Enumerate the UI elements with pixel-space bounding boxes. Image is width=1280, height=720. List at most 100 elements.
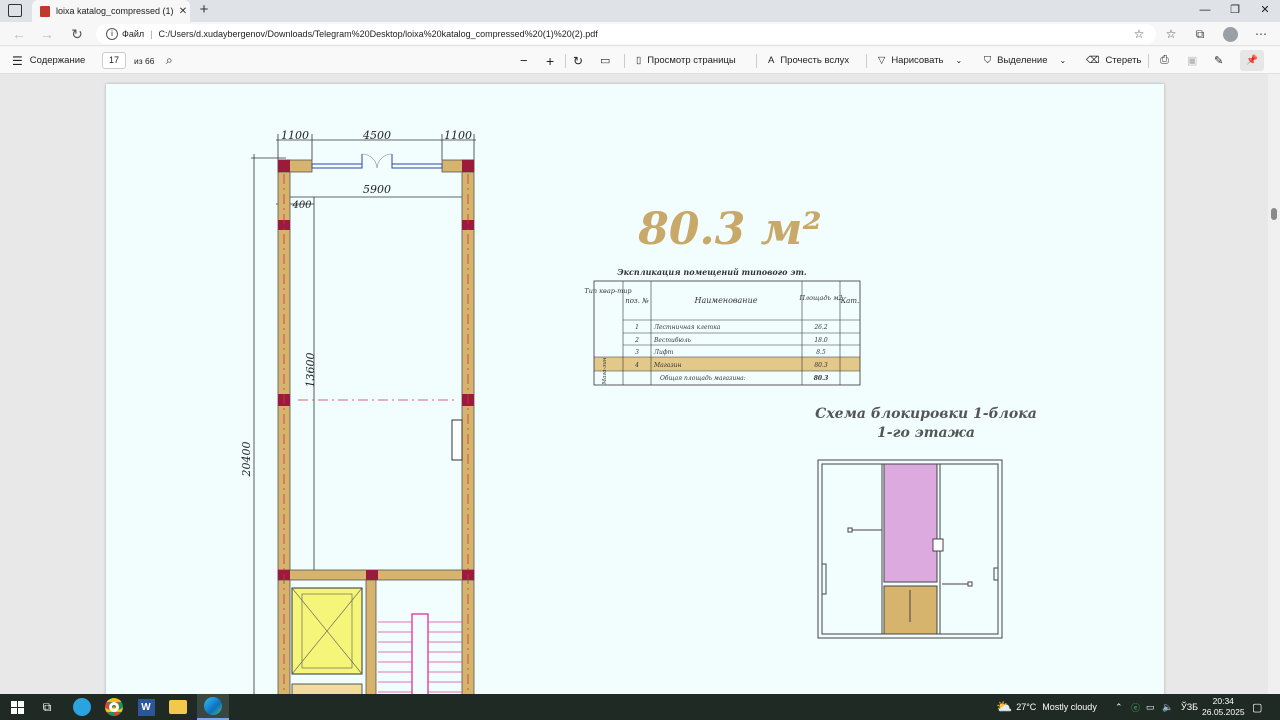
app-tray-icon[interactable]: ⓔ <box>1131 694 1140 720</box>
url-text: C:/Users/d.xudaybergenov/Downloads/Teleg… <box>158 29 598 39</box>
list-icon: ☰ <box>12 53 23 68</box>
profile-avatar[interactable] <box>1223 27 1238 42</box>
volume-icon[interactable]: 🔈 <box>1162 694 1173 720</box>
pin-icon[interactable]: 📌 <box>1240 50 1264 71</box>
zoom-in-icon[interactable]: + <box>546 47 554 74</box>
table-header-name: Наименование <box>694 296 758 305</box>
weather-widget[interactable]: ⛅ 27°C Mostly cloudy <box>996 694 1097 720</box>
table-header-cat: Кат. <box>840 297 859 305</box>
close-window-button[interactable]: ✕ <box>1250 0 1280 22</box>
elevator <box>291 587 363 705</box>
entrance-door <box>311 153 443 169</box>
dim-label-inner: 5900 <box>363 183 391 196</box>
page-number-input[interactable]: 17 <box>102 52 126 69</box>
chevron-down-icon[interactable]: ⌄ <box>1059 56 1066 65</box>
word-icon[interactable]: W <box>135 697 157 717</box>
new-tab-button[interactable]: + <box>196 2 212 18</box>
highlight-button[interactable]: ⛉ Выделение ⌄ <box>984 47 1066 74</box>
table-caption: Экспликация помещений типового эт. <box>617 267 807 277</box>
tab-active[interactable]: loixa katalog_compressed (1) (2) ✕ <box>32 0 190 22</box>
page-view-button[interactable]: ▯ Просмотр страницы <box>636 47 736 74</box>
pdf-viewer: 1100 4500 1100 5900 400 13600 20400 80.3… <box>0 74 1280 705</box>
collections-icon[interactable]: ⧉ <box>1193 27 1207 41</box>
more-menu-icon[interactable]: ⋯ <box>1254 27 1268 41</box>
table-cell-name: Магазин <box>653 362 681 369</box>
notifications-icon[interactable]: ▢ <box>1252 694 1262 720</box>
back-icon[interactable]: ← <box>10 25 28 43</box>
scrollbar-thumb[interactable] <box>1271 208 1277 220</box>
search-icon[interactable]: ⌕ <box>166 47 173 74</box>
table-header-pos: поз. № <box>625 297 649 305</box>
vertical-scrollbar[interactable] <box>1268 74 1280 694</box>
language-indicator[interactable]: ЎЗБ <box>1181 694 1198 720</box>
table-cell-area: 18.0 <box>814 337 828 344</box>
refresh-icon[interactable]: ↻ <box>68 25 86 43</box>
favorites-icon[interactable]: ☆ <box>1164 27 1178 41</box>
area-title: 80.3 м² <box>637 204 822 255</box>
dim-label-height: 13600 <box>304 353 317 388</box>
dim-label-small: 400 <box>291 200 312 211</box>
erase-button[interactable]: ⌫ Стереть <box>1086 47 1141 74</box>
tab-bar: loixa katalog_compressed (1) (2) ✕ + — ❐… <box>0 0 1280 22</box>
favorite-star-icon[interactable]: ☆ <box>1132 27 1146 41</box>
table-cell-pos: 1 <box>635 324 639 331</box>
edge-icon[interactable] <box>197 694 229 720</box>
draw-label: Нарисовать <box>891 55 944 66</box>
tab-close-icon[interactable]: ✕ <box>176 6 190 17</box>
contents-label: Содержание <box>29 55 86 66</box>
pdf-page: 1100 4500 1100 5900 400 13600 20400 80.3… <box>106 84 1164 705</box>
dim-label-right: 1100 <box>444 129 472 142</box>
divider <box>866 54 867 68</box>
table-header-type: Тип квар-тир <box>584 287 632 295</box>
url-field[interactable]: i Файл | C:/Users/d.xudaybergenov/Downlo… <box>96 24 1156 44</box>
table-cell-area: 26.2 <box>813 324 828 331</box>
edit-icon[interactable]: ✎ <box>1214 47 1223 74</box>
dim-label-left: 1100 <box>281 129 309 142</box>
clock[interactable]: 20:34 26.05.2025 <box>1202 694 1245 720</box>
scheme-title-line2: 1-го этажа <box>877 425 975 441</box>
weather-condition: Mostly cloudy <box>1042 702 1097 712</box>
taskbar: ⧉ W ⛅ 27°C Mostly cloudy ⌃ ⓔ ▭ 🔈 ЎЗБ 20:… <box>0 694 1280 720</box>
fit-page-icon[interactable]: ▭ <box>600 47 610 74</box>
read-aloud-icon: A <box>768 55 775 66</box>
tab-actions-icon[interactable] <box>8 4 22 17</box>
pdf-icon <box>40 5 50 17</box>
address-bar: ← → ↻ i Файл | C:/Users/d.xudaybergenov/… <box>0 22 1280 46</box>
print-icon[interactable]: ⎙ <box>1160 47 1169 74</box>
telegram-icon[interactable] <box>71 697 93 717</box>
clock-date: 26.05.2025 <box>1202 707 1245 717</box>
show-hidden-icons[interactable]: ⌃ <box>1115 694 1123 720</box>
chrome-icon[interactable] <box>103 697 125 717</box>
table-cell-name: Вестибюль <box>653 337 691 344</box>
url-separator: | <box>150 29 153 39</box>
floor-plan-drawing: 1100 4500 1100 5900 400 13600 20400 80.3… <box>240 129 1037 705</box>
read-aloud-button[interactable]: A Прочесть вслух <box>768 47 849 74</box>
restore-button[interactable]: ❐ <box>1220 0 1250 22</box>
chevron-down-icon[interactable]: ⌄ <box>956 56 963 65</box>
eraser-icon: ⌫ <box>1086 55 1100 66</box>
table-cell-area: 8.5 <box>816 349 826 356</box>
task-view-icon[interactable]: ⧉ <box>36 697 58 717</box>
file-explorer-icon[interactable] <box>167 697 189 717</box>
highlight-label: Выделение <box>997 55 1048 66</box>
table-header-area: Площадь м2 <box>798 294 842 302</box>
weather-temperature: 27°C <box>1016 702 1037 712</box>
dim-label-total: 20400 <box>240 442 253 478</box>
side-window <box>451 419 463 461</box>
pdf-toolbar: ☰ Содержание 17 из 66 ⌕ − + ↻ ▭ ▯ Просмо… <box>0 47 1280 74</box>
table-side-label: Мага-зин <box>602 357 608 385</box>
draw-button[interactable]: ▽ Нарисовать ⌄ <box>878 47 962 74</box>
table-total-value: 80.3 <box>814 375 829 382</box>
erase-label: Стереть <box>1105 55 1142 66</box>
table-total-label: Общая площадь магазина: <box>660 375 746 382</box>
divider <box>756 54 757 68</box>
windows-start-icon[interactable] <box>6 697 28 717</box>
rotate-icon[interactable]: ↻ <box>573 47 583 74</box>
minimize-button[interactable]: — <box>1190 0 1220 22</box>
save-icon[interactable]: ▣ <box>1187 47 1197 74</box>
zoom-out-icon[interactable]: − <box>520 47 528 74</box>
contents-button[interactable]: ☰ Содержание <box>12 47 85 74</box>
network-icon[interactable]: ▭ <box>1146 694 1155 720</box>
info-icon[interactable]: i <box>106 28 118 40</box>
forward-icon[interactable]: → <box>38 25 56 43</box>
